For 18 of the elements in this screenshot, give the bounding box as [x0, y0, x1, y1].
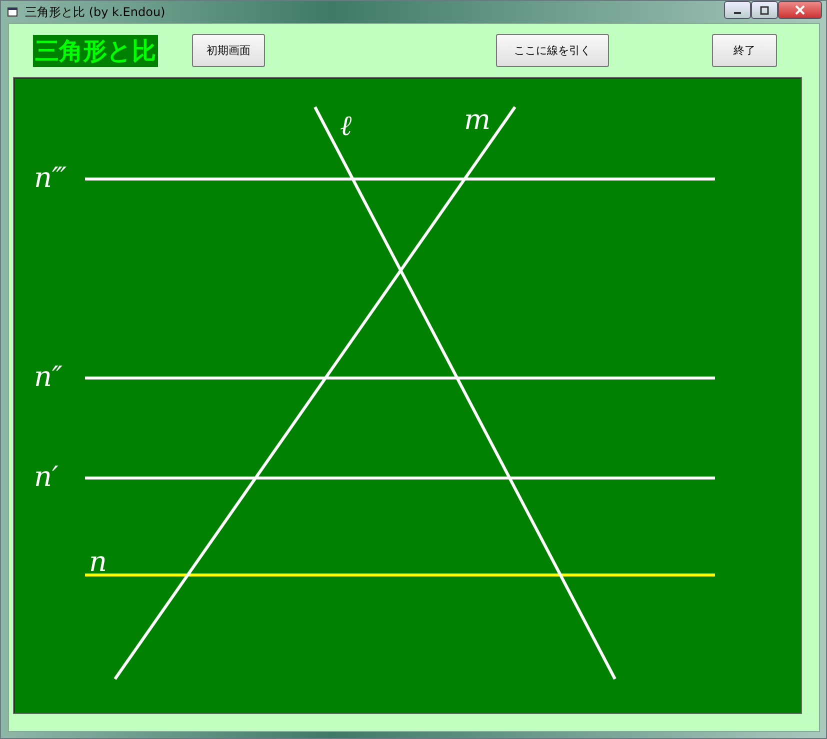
close-button[interactable]	[778, 1, 822, 19]
line-label: n	[89, 545, 108, 578]
reset-button[interactable]: 初期画面	[192, 34, 265, 67]
minimize-icon	[734, 12, 741, 14]
line-label: n″	[34, 360, 62, 393]
draw-line-button[interactable]: ここに線を引く	[496, 34, 609, 67]
maximize-button[interactable]	[751, 1, 778, 19]
line-label: n‴	[34, 161, 67, 194]
window-icon	[7, 6, 19, 18]
minimize-button[interactable]	[724, 1, 751, 19]
line-label: ℓ	[340, 109, 352, 142]
exit-button[interactable]: 終了	[712, 34, 777, 67]
window-title: 三角形と比 (by k.Endou)	[25, 4, 166, 20]
maximize-icon	[760, 6, 769, 14]
close-icon	[795, 5, 805, 15]
app-heading: 三角形と比	[33, 34, 158, 66]
line-label: n′	[34, 460, 58, 493]
line-label: m	[464, 103, 491, 136]
